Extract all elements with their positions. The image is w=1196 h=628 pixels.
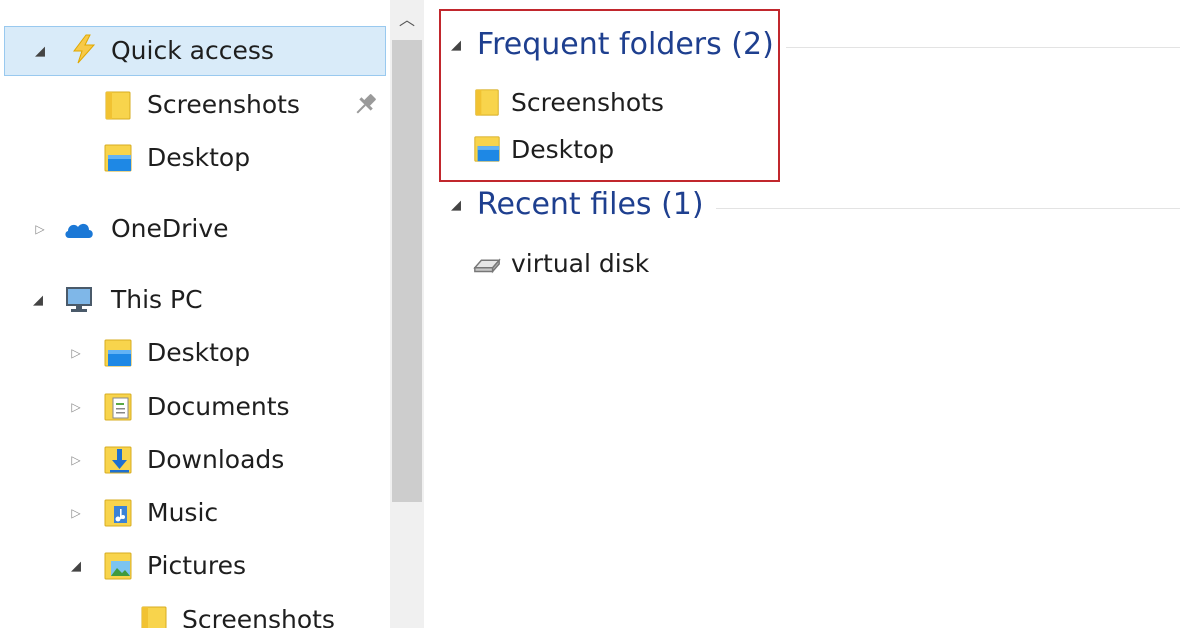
nav-scrollbar[interactable]: ︿ [390, 0, 424, 628]
music-folder-icon [104, 499, 132, 527]
nav-label-pc-desktop: Desktop [147, 338, 251, 367]
collapsed-arrow-icon[interactable]: ▷ [68, 452, 84, 468]
nav-item-pc-music[interactable]: ▷ Music [0, 488, 390, 538]
expanded-arrow-icon[interactable]: ◢ [68, 558, 84, 574]
collapsed-arrow-icon[interactable]: ▷ [68, 345, 84, 361]
pictures-folder-icon [104, 552, 132, 580]
collapsed-arrow-icon[interactable]: ▷ [68, 399, 84, 415]
documents-folder-icon [104, 393, 132, 421]
expanded-arrow-icon[interactable]: ◢ [30, 292, 46, 308]
nav-label-onedrive: OneDrive [111, 214, 229, 243]
scroll-up-arrow-icon[interactable]: ︿ [390, 0, 424, 36]
nav-label-quick-access: Quick access [111, 36, 274, 65]
group-title-recent-files: Recent files (1) [477, 187, 704, 222]
highlight-box [439, 9, 780, 182]
nav-label-quick-screenshots: Screenshots [147, 90, 300, 119]
group-collapse-arrow-icon[interactable]: ◢ [451, 198, 461, 213]
scroll-thumb[interactable] [392, 40, 422, 502]
folder-icon [105, 91, 131, 120]
nav-item-quick-access[interactable]: ◢ Quick access [4, 26, 386, 76]
desktop-folder-icon [104, 339, 132, 367]
nav-item-this-pc[interactable]: ◢ This PC [0, 275, 390, 325]
desktop-folder-icon [104, 144, 132, 172]
group-divider [716, 208, 1180, 209]
expanded-arrow-icon[interactable]: ◢ [32, 43, 48, 59]
recent-file-label: virtual disk [511, 249, 650, 278]
group-divider [786, 47, 1180, 48]
nav-item-onedrive[interactable]: ▷ OneDrive [0, 204, 390, 254]
collapsed-arrow-icon[interactable]: ▷ [32, 221, 48, 237]
nav-item-pc-desktop[interactable]: ▷ Desktop [0, 328, 390, 378]
nav-item-quick-desktop[interactable]: Desktop [0, 133, 390, 183]
group-header-recent-files[interactable]: ◢ Recent files (1) [424, 187, 1196, 227]
quick-access-star-icon [73, 34, 96, 64]
nav-label-pc-documents: Documents [147, 392, 290, 421]
virtual-disk-icon [473, 258, 501, 274]
collapsed-arrow-icon[interactable]: ▷ [68, 505, 84, 521]
pin-icon[interactable] [350, 90, 380, 120]
nav-label-this-pc: This PC [111, 285, 203, 314]
nav-label-pictures-screenshots: Screenshots [182, 605, 335, 628]
nav-item-quick-screenshots[interactable]: Screenshots [0, 80, 390, 130]
nav-item-pc-downloads[interactable]: ▷ Downloads [0, 435, 390, 485]
nav-label-pc-music: Music [147, 498, 219, 527]
recent-file-virtual-disk[interactable]: virtual disk [472, 243, 772, 283]
nav-item-pictures-screenshots[interactable]: Screenshots [0, 595, 390, 628]
folder-icon [141, 606, 167, 628]
computer-icon [66, 287, 92, 312]
nav-label-quick-desktop: Desktop [147, 143, 251, 172]
downloads-folder-icon [104, 446, 132, 474]
nav-label-pc-downloads: Downloads [147, 445, 285, 474]
navigation-pane: ◢ Quick access Screenshots Desktop ▷ One… [0, 0, 390, 628]
nav-item-pc-pictures[interactable]: ◢ Pictures [0, 541, 390, 591]
onedrive-cloud-icon [65, 223, 93, 238]
nav-item-pc-documents[interactable]: ▷ Documents [0, 382, 390, 432]
nav-label-pc-pictures: Pictures [147, 551, 246, 580]
